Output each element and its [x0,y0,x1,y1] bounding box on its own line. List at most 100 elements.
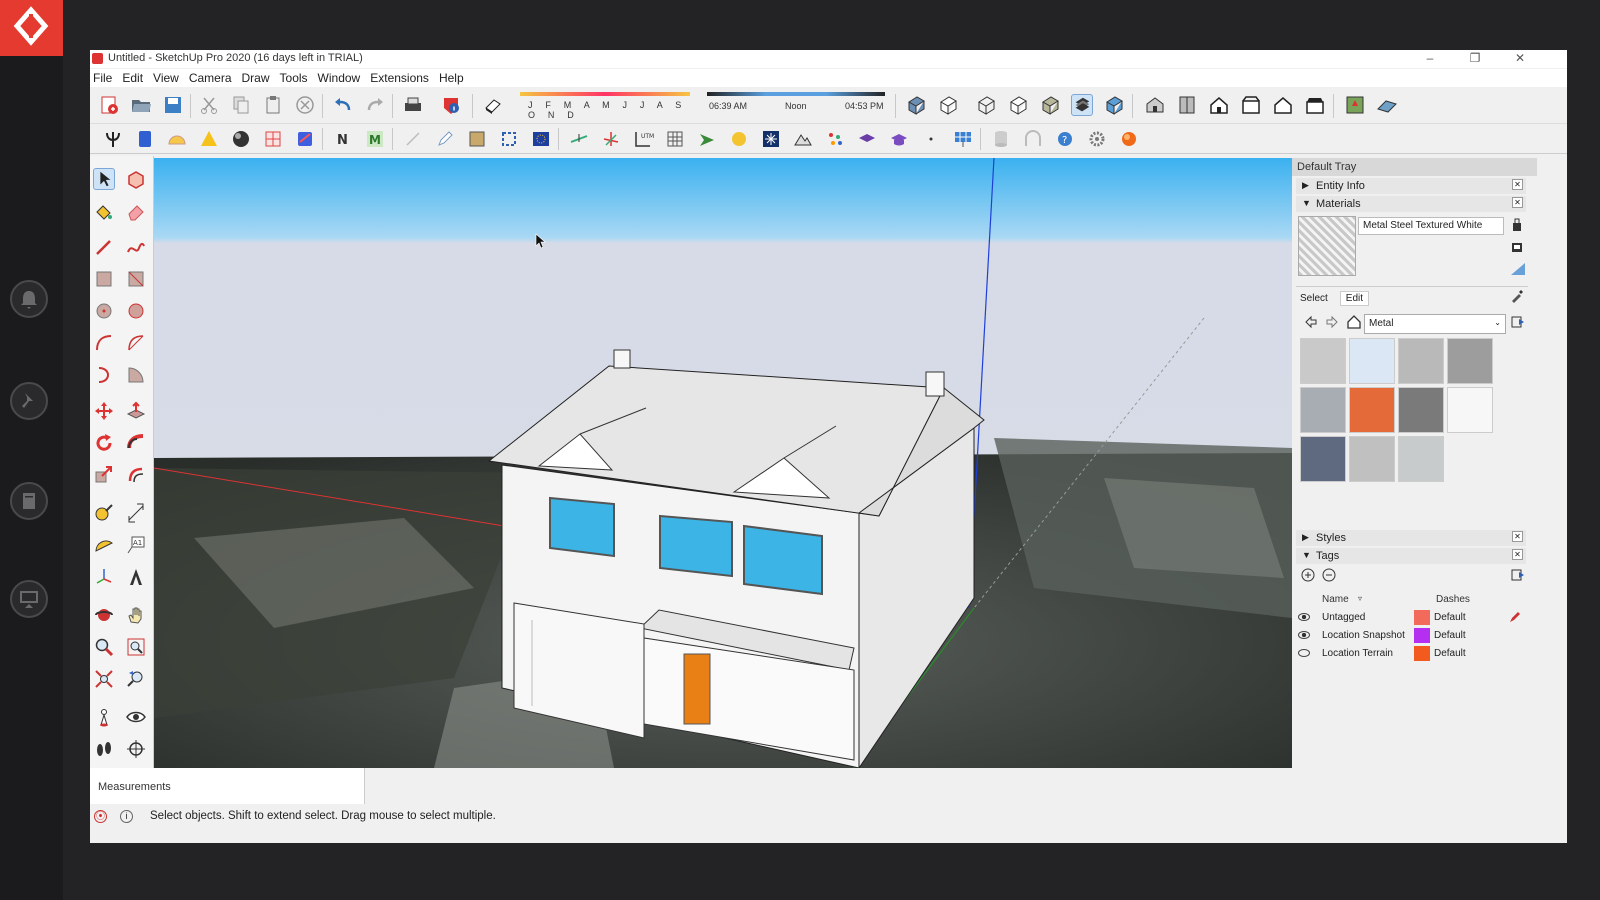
dot-tool-icon[interactable] [920,128,942,150]
pencil-plugin-icon[interactable] [434,128,456,150]
redo-icon[interactable] [364,94,386,116]
menu-window[interactable]: Window [315,69,364,87]
3d-text-icon[interactable] [125,566,147,588]
sort-icon[interactable]: ▿ [1358,594,1362,603]
text-tool-icon[interactable]: A1 [125,534,147,556]
sun-sky-icon[interactable] [166,128,188,150]
utm-tool-icon[interactable]: UTM [632,128,654,150]
tag-details-arrow-icon[interactable] [1511,568,1525,582]
two-point-arc-icon[interactable] [125,332,147,354]
menu-tools[interactable]: Tools [277,69,311,87]
close-section-icon[interactable]: ✕ [1512,531,1523,542]
menu-edit[interactable]: Edit [119,69,146,87]
tag-row[interactable]: Untagged Default [1298,610,1528,628]
visibility-eye-icon[interactable] [1298,613,1310,621]
line-tool-icon[interactable] [93,236,115,258]
print-icon[interactable] [402,94,424,116]
freehand-tool-icon[interactable] [125,236,147,258]
follow-me-icon[interactable] [125,432,147,454]
scale-tool-icon[interactable] [93,464,115,486]
previous-view-icon[interactable] [125,668,147,690]
hat-alt-tool-icon[interactable] [888,128,910,150]
app-logo[interactable] [0,0,63,56]
notification-icon[interactable] [10,280,48,318]
paste-icon[interactable] [262,94,284,116]
settings-gear-icon[interactable] [1086,128,1108,150]
make-component-icon[interactable] [125,168,147,190]
back-view-icon[interactable] [1272,94,1294,116]
pin-icon[interactable] [10,382,48,420]
position-camera-icon[interactable] [93,706,115,728]
measurements-box[interactable]: Measurements [90,768,365,804]
left-view-icon[interactable] [1304,94,1326,116]
material-swatch[interactable] [1398,387,1444,433]
default-paint-icon[interactable] [1510,240,1524,254]
eyedropper-icon[interactable] [1510,289,1524,303]
create-material-icon[interactable] [1510,218,1524,232]
right-view-icon[interactable] [1240,94,1262,116]
geo-location-icon[interactable]: ⦿ [94,810,107,823]
m-plugin-icon[interactable]: M [364,128,386,150]
top-view-icon[interactable] [1176,94,1198,116]
menu-camera[interactable]: Camera [186,69,235,87]
tab-select[interactable]: Select [1300,293,1328,304]
material-swatch[interactable] [1300,387,1346,433]
forward-arrow-icon[interactable] [1325,315,1339,329]
visibility-eye-icon[interactable] [1298,649,1310,657]
menu-view[interactable]: View [150,69,182,87]
terrain-tool-icon[interactable] [792,128,814,150]
tags-section[interactable]: ▼ Tags ✕ [1296,548,1526,564]
save-icon[interactable] [162,94,184,116]
move-tool-icon[interactable] [93,400,115,422]
shaded-textures-style-icon[interactable] [1071,94,1093,116]
tag-color-swatch[interactable] [1414,628,1430,643]
restore-button[interactable]: ❐ [1455,50,1495,68]
menu-draw[interactable]: Draw [239,69,273,87]
eraser-icon[interactable] [125,200,147,222]
line-plugin-icon[interactable] [402,128,424,150]
month-slider[interactable]: J F M A M J J A S O N D [520,92,690,120]
shaded-style-icon[interactable] [1039,94,1061,116]
erase-delete-icon[interactable] [294,94,316,116]
star-tool-icon[interactable] [760,128,782,150]
open-folder-icon[interactable] [130,94,152,116]
slope-tool-icon[interactable] [568,128,590,150]
sample-paint-icon[interactable] [1510,262,1526,276]
details-arrow-icon[interactable] [1511,315,1525,329]
entity-info-section[interactable]: ▶ Entity Info ✕ [1296,178,1526,194]
arch-icon[interactable] [1022,128,1044,150]
push-pull-icon[interactable] [125,400,147,422]
protractor-icon[interactable] [93,534,115,556]
time-slider[interactable]: 06:39 AM Noon 04:53 PM [707,92,885,118]
material-swatch[interactable] [1447,338,1493,384]
front-view-icon[interactable] [1208,94,1230,116]
n-plugin-icon[interactable]: N [332,128,354,150]
tag-dashes[interactable]: Default [1434,612,1466,623]
help-icon[interactable]: ? [1054,128,1076,150]
trident-icon[interactable] [102,128,124,150]
xray-style-icon[interactable] [905,94,927,116]
tag-color-swatch[interactable] [1414,610,1430,625]
solar-panel-icon[interactable] [952,128,974,150]
scatter-tool-icon[interactable] [824,128,846,150]
circle-tool-icon[interactable] [93,300,115,322]
time-slider-track[interactable] [707,92,885,96]
menu-extensions[interactable]: Extensions [367,69,432,87]
arc-tool-icon[interactable] [93,332,115,354]
tag-dashes[interactable]: Default [1434,648,1466,659]
minimize-button[interactable]: – [1410,50,1450,68]
material-name-field[interactable]: Metal Steel Textured White [1358,217,1504,235]
hat-tool-icon[interactable] [856,128,878,150]
rectangle-tool-icon[interactable] [93,268,115,290]
section-plane-icon[interactable] [125,738,147,760]
layers-plugin-icon[interactable] [294,128,316,150]
material-swatch[interactable] [1349,387,1395,433]
material-swatch[interactable] [1349,436,1395,482]
undo-icon[interactable] [332,94,354,116]
add-location-icon[interactable] [1344,94,1366,116]
axes-tool-icon[interactable] [600,128,622,150]
material-swatch[interactable] [1349,338,1395,384]
tag-row[interactable]: Location Snapshot Default [1298,628,1528,646]
pan-tool-icon[interactable] [125,604,147,626]
close-section-icon[interactable]: ✕ [1512,197,1523,208]
